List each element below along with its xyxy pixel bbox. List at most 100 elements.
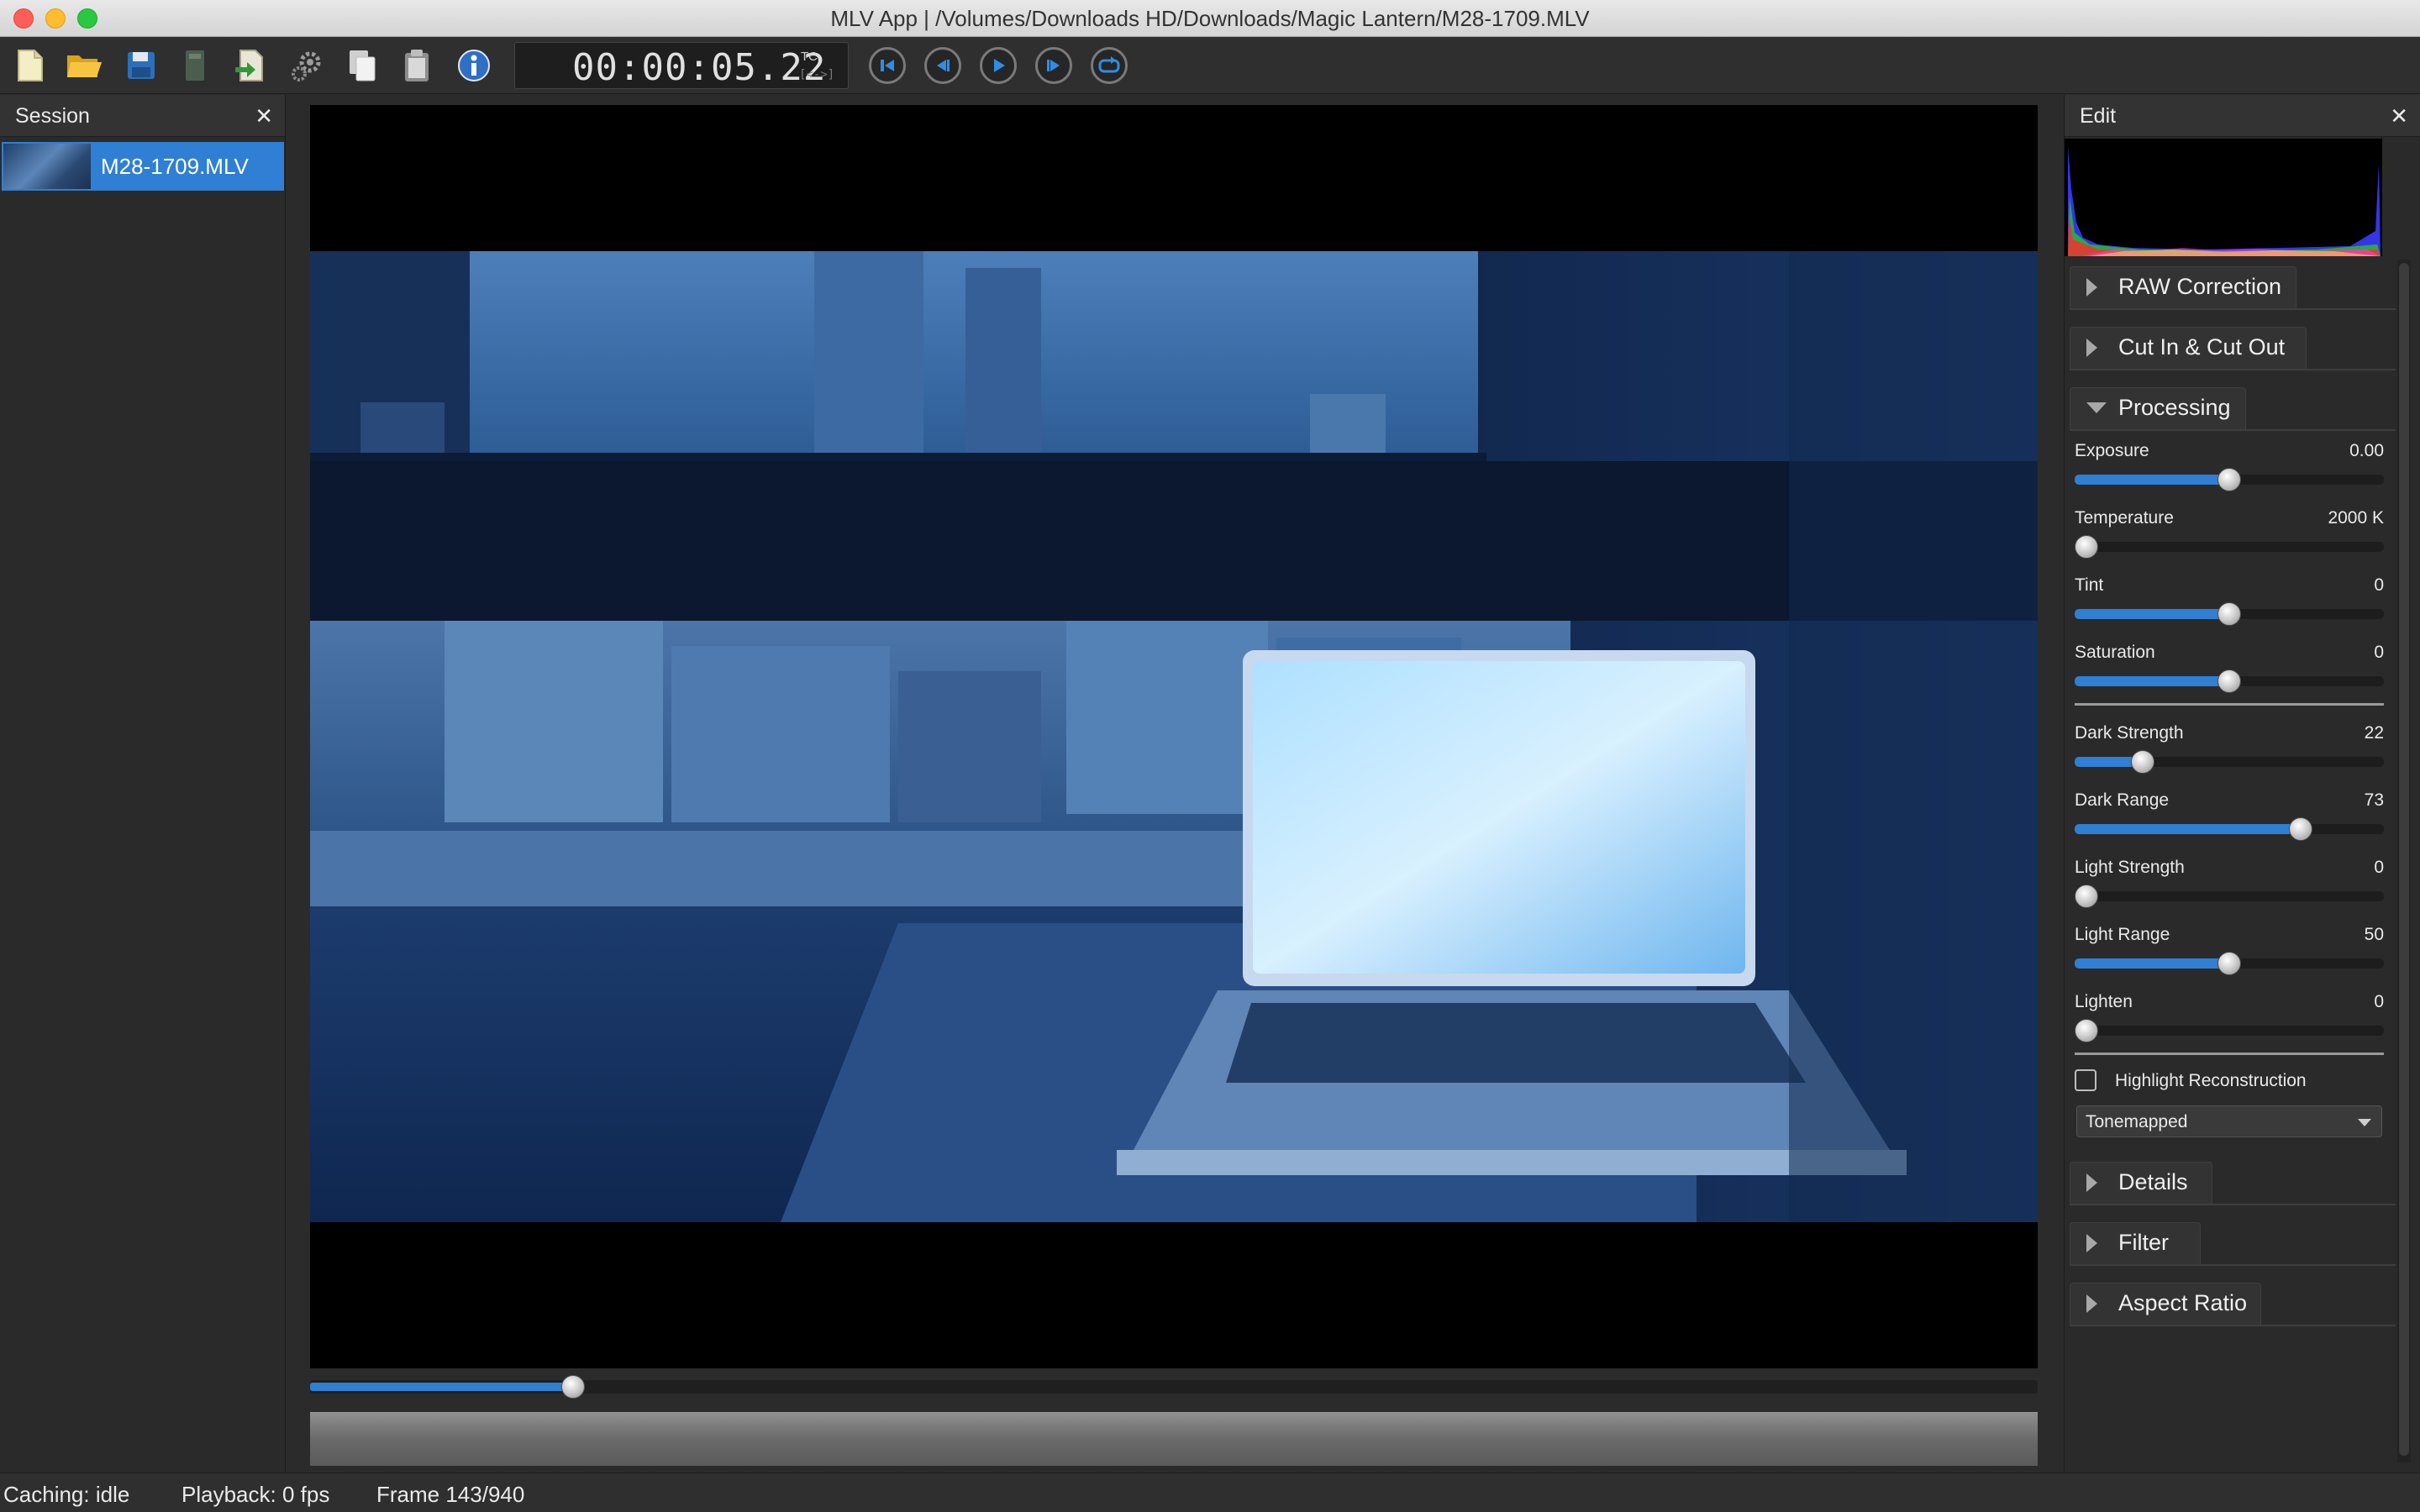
slider-handle[interactable] [2217,468,2241,491]
loop-button[interactable] [1091,47,1128,84]
timeline-handle[interactable] [560,1375,585,1399]
open-folder-icon[interactable] [66,47,103,84]
slider-handle[interactable] [2288,817,2312,841]
expand-arrow-icon [2086,1234,2097,1252]
section-raw-correction[interactable]: RAW Correction [2070,260,2396,310]
temperature-slider[interactable]: Temperature 2000 K [2075,508,2384,572]
timecode-display: 00:00:05.22 TC [<->] [514,42,849,89]
dark-range-slider[interactable]: Dark Range 73 [2075,790,2384,854]
preview-canvas[interactable] [310,105,2038,1368]
slider-handle[interactable] [2075,885,2098,908]
tonemap-dropdown[interactable]: Tonemapped [2076,1105,2382,1137]
edit-panel: Edit ✕ RAW Correction Cut In & Cut Out P… [2064,95,2420,1473]
paste-icon[interactable] [398,47,435,84]
collapse-arrow-icon [2086,402,2107,413]
slider-value: 0 [2374,575,2384,595]
slider-value: 0 [2374,643,2384,662]
slider-track[interactable] [2075,885,2384,908]
edit-panel-header: Edit ✕ [2065,95,2420,137]
expand-arrow-icon [2086,1294,2097,1313]
slider-label: Temperature [2075,508,2174,528]
session-panel-header: Session ✕ [0,95,285,137]
session-panel-title: Session [15,104,90,128]
slider-handle[interactable] [2217,669,2241,693]
step-forward-button[interactable] [1035,47,1072,84]
timecode-label: TC [801,50,818,64]
slider-handle[interactable] [2075,1019,2098,1042]
slider-track[interactable] [2075,750,2384,774]
slider-value: 22 [2364,723,2384,743]
video-frame [310,251,2038,1222]
timeline-progress [310,1383,573,1391]
lighten-slider[interactable]: Lighten 0 [2075,992,2384,1056]
settings-gear-icon[interactable] [289,47,326,84]
title-bar: MLV App | /Volumes/Downloads HD/Download… [0,0,2420,37]
section-details[interactable]: Details [2070,1155,2396,1205]
timeline-slider[interactable] [310,1375,2038,1399]
new-session-icon[interactable] [12,47,49,84]
slider-value: 0.00 [2349,441,2384,460]
chevron-down-icon [2358,1119,2371,1126]
slider-track[interactable] [2075,602,2384,626]
dark-strength-slider[interactable]: Dark Strength 22 [2075,723,2384,787]
section-processing[interactable]: Processing [2070,381,2396,431]
step-back-button[interactable] [924,47,961,84]
edit-panel-scrollbar[interactable] [2397,260,2411,1462]
slider-label: Tint [2075,575,2104,595]
slider-fill [2075,609,2229,619]
slider-label: Saturation [2075,643,2155,662]
dropdown-value: Tonemapped [2086,1112,2188,1131]
exposure-slider[interactable]: Exposure 0.00 [2075,441,2384,505]
section-label: Details [2118,1169,2188,1194]
playback-status: Playback: 0 fps [182,1482,330,1507]
light-strength-slider[interactable]: Light Strength 0 [2075,858,2384,921]
slider-handle[interactable] [2130,750,2154,774]
slider-track[interactable] [2075,669,2384,693]
section-cut-in-cut-out[interactable]: Cut In & Cut Out [2070,320,2396,370]
slider-track[interactable] [2075,468,2384,491]
jump-first-icon [881,60,894,71]
session-panel-close-icon[interactable]: ✕ [255,103,273,129]
section-aspect-ratio[interactable]: Aspect Ratio [2070,1276,2396,1326]
step-forward-icon [1047,60,1060,71]
section-divider [2075,1053,2384,1055]
edit-panel-close-icon[interactable]: ✕ [2390,103,2408,129]
slider-value: 2000 K [2328,508,2384,528]
save-icon[interactable] [123,47,160,84]
timecode-format-toggle[interactable]: [<->] [799,68,834,81]
session-clip-item[interactable]: M28-1709.MLV [2,142,284,191]
section-label: Processing [2118,395,2231,420]
timecode-value: 00:00:05.22 [572,46,827,89]
slider-value: 0 [2374,992,2384,1011]
saturation-slider[interactable]: Saturation 0 [2075,643,2384,706]
section-divider [2075,703,2384,706]
clip-thumbnail [3,144,91,189]
slider-handle[interactable] [2075,535,2098,559]
play-button[interactable] [980,47,1017,84]
window-title: MLV App | /Volumes/Downloads HD/Download… [830,6,1590,31]
checkbox-box[interactable] [2075,1069,2096,1091]
slider-track[interactable] [2075,1019,2384,1042]
slider-fill [2075,475,2229,485]
jump-first-button[interactable] [869,47,906,84]
export-icon[interactable] [232,47,269,84]
slider-handle[interactable] [2217,952,2241,975]
slider-fill [2075,676,2229,686]
status-bar: Caching: idle Playback: 0 fps Frame 143/… [0,1473,2420,1512]
slider-fill [2075,958,2229,969]
info-icon[interactable] [455,47,492,84]
section-filter[interactable]: Filter [2070,1215,2396,1266]
slider-track[interactable] [2075,535,2384,559]
edit-panel-scroll-thumb[interactable] [2399,263,2409,1456]
light-range-slider[interactable]: Light Range 50 [2075,925,2384,989]
tint-slider[interactable]: Tint 0 [2075,575,2384,639]
slider-value: 50 [2364,925,2384,944]
slider-track[interactable] [2075,817,2384,841]
slider-label: Light Strength [2075,858,2185,877]
slider-handle[interactable] [2217,602,2241,626]
save-as-icon[interactable] [176,47,213,84]
slider-track[interactable] [2075,952,2384,975]
highlight-reconstruction-checkbox[interactable]: Highlight Reconstruction [2075,1068,2377,1094]
session-panel: Session ✕ M28-1709.MLV [0,95,286,1473]
copy-icon[interactable] [345,47,381,84]
